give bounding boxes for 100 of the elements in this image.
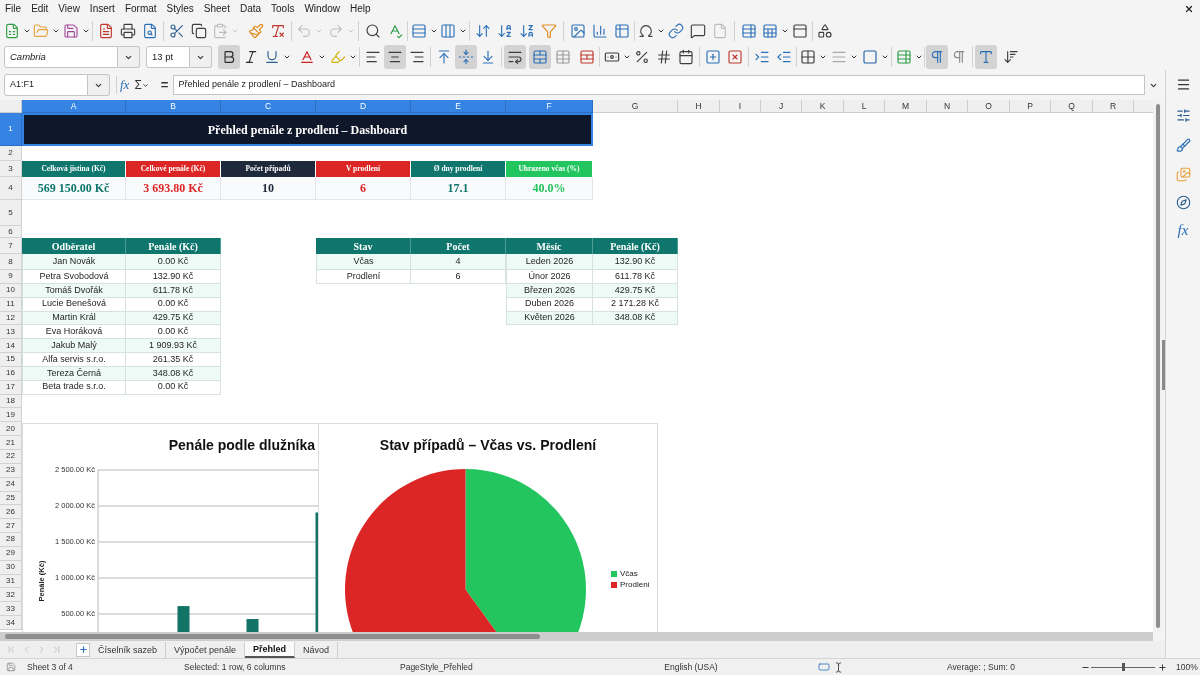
sheet-column-header[interactable]: O	[968, 100, 1010, 113]
align-center-icon	[387, 49, 403, 65]
caret-icon	[458, 27, 467, 35]
menu-item[interactable]: File	[5, 3, 22, 15]
sheet-row-header[interactable]: 9	[0, 270, 22, 284]
font-size-field[interactable]: 13 pt	[146, 46, 190, 68]
caret-icon	[656, 27, 665, 35]
caret-icon	[142, 81, 150, 89]
sheet-row-header[interactable]: 1	[0, 113, 22, 146]
sheet-column-header[interactable]: F	[506, 100, 593, 113]
align-center-button[interactable]	[384, 45, 406, 69]
menu-item[interactable]: Sheet	[203, 3, 230, 15]
bold-button[interactable]	[218, 45, 240, 69]
sheet-row-header[interactable]: 2	[0, 146, 22, 161]
sheet-row-header[interactable]: 13	[0, 325, 22, 340]
menu-item[interactable]: Tools	[271, 3, 295, 15]
sheet-column-header[interactable]: D	[316, 100, 411, 113]
sheet-tab[interactable]: Návod	[295, 641, 339, 658]
menu-item[interactable]: Format	[124, 3, 157, 15]
formula-input[interactable]: Přehled penále z prodlení – Dashboard	[173, 75, 1146, 95]
spreadsheet-icon	[4, 23, 20, 39]
sheet-row-header[interactable]: 15	[0, 353, 22, 367]
sheet-column-header[interactable]: R	[1093, 100, 1134, 113]
text-cursor-icon[interactable]	[833, 661, 844, 673]
zoom-slider[interactable]	[1091, 662, 1155, 672]
wrap-text-icon	[507, 49, 523, 65]
square-icon	[862, 49, 878, 65]
sheet-row-header[interactable]: 33	[0, 602, 22, 617]
sheet-tab[interactable]: Číselník sazeb	[90, 641, 167, 658]
rows-icon	[411, 23, 427, 39]
highlighter-icon	[330, 49, 346, 65]
menu-item[interactable]: View	[58, 3, 80, 15]
sheet-row-header[interactable]: 5	[0, 200, 22, 226]
left-to-right-button[interactable]	[926, 45, 948, 69]
functions-button[interactable]: fx	[1177, 221, 1189, 239]
zoom-in-button[interactable]	[1157, 661, 1167, 673]
menu-item[interactable]: Help	[350, 3, 371, 15]
sheet-column-header[interactable]: M	[885, 100, 927, 113]
sheet-column-header[interactable]: E	[411, 100, 506, 113]
sheet-row-header[interactable]: 27	[0, 519, 22, 534]
sheet-row-header[interactable]: 14	[0, 339, 22, 354]
sort-ascending-icon	[497, 23, 513, 39]
sheet-column-header[interactable]: P	[1010, 100, 1051, 113]
slider-thumb[interactable]	[1121, 663, 1125, 671]
kpi-value: 6	[316, 177, 411, 200]
caret-icon	[348, 53, 357, 61]
sheet-indicator: Sheet 3 of 4	[27, 661, 73, 672]
menu-item[interactable]: Edit	[31, 3, 49, 15]
font-name-field[interactable]: Cambria	[4, 46, 118, 68]
search-icon	[365, 23, 381, 39]
add-sheet-button[interactable]	[76, 642, 90, 657]
sheet-row-header[interactable]: 7	[0, 238, 22, 254]
close-button[interactable]	[1184, 4, 1194, 14]
sheet-column-header[interactable]: L	[844, 100, 885, 113]
sheet-row-header[interactable]: 8	[0, 254, 22, 270]
sheet-column-header[interactable]: I	[720, 100, 761, 113]
sheet-column-header[interactable]: C	[221, 100, 316, 113]
formula-button[interactable]: =	[160, 78, 169, 92]
center-vertical-icon	[458, 49, 474, 65]
sheet-row-header[interactable]: 21	[0, 436, 22, 450]
sheet-column-header[interactable]: N	[927, 100, 968, 113]
sheet-column-header[interactable]: A	[22, 100, 126, 113]
menu-item[interactable]: Styles	[166, 3, 194, 15]
sheet-row-header[interactable]: 34	[0, 616, 22, 630]
sheet-row-header[interactable]: 19	[0, 408, 22, 423]
link-icon	[668, 23, 684, 39]
sum-button[interactable]: Σ	[134, 78, 142, 92]
image-icon	[570, 23, 586, 39]
dropdown-button[interactable]	[88, 74, 110, 96]
sheet-column-header[interactable]: K	[802, 100, 844, 113]
paintbrush-icon	[248, 23, 264, 39]
sheet-row-header[interactable]: 32	[0, 588, 22, 603]
menu-item[interactable]: Window	[304, 3, 340, 15]
sheet-column-header[interactable]: Q	[1051, 100, 1093, 113]
sheet-row-header[interactable]: 4	[0, 177, 22, 200]
sheet-column-header[interactable]: J	[761, 100, 802, 113]
sidebar-handle[interactable]	[1162, 340, 1165, 390]
sheet-row-header[interactable]: 6	[0, 226, 22, 238]
sheet-row-header[interactable]: 3	[0, 161, 22, 177]
text-direction-button[interactable]	[975, 45, 997, 69]
redo-icon	[328, 23, 344, 39]
panel-icon	[792, 23, 808, 39]
table-cell: Včas	[316, 254, 411, 270]
sheet-tab[interactable]: Přehled	[245, 641, 296, 658]
sheet-column-header[interactable]: H	[678, 100, 720, 113]
function-wizard-button[interactable]: fx	[120, 78, 130, 92]
menu-item[interactable]: Data	[239, 3, 262, 15]
sheet-row-header[interactable]: 26	[0, 505, 22, 520]
name-box[interactable]: A1:F1	[4, 74, 88, 96]
sheet-row-header[interactable]: 28	[0, 533, 22, 547]
speech-bubble-icon	[690, 23, 706, 39]
center-vertically-button[interactable]	[455, 45, 477, 69]
sheet-column-header[interactable]: B	[126, 100, 221, 113]
menu-item[interactable]: Insert	[89, 3, 115, 15]
horizontal-scrollbar[interactable]	[0, 632, 1153, 641]
sheet-column-header[interactable]: G	[593, 100, 678, 113]
wrap-text-button[interactable]	[504, 45, 526, 69]
caret-icon	[880, 53, 889, 61]
table-cell: Jakub Malý	[22, 339, 126, 354]
sheet-row-header[interactable]: 20	[0, 422, 22, 437]
